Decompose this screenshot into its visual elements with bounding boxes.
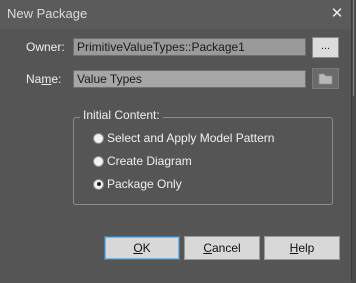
initial-content-legend: Initial Content: [80,108,163,122]
close-icon[interactable]: ✕ [328,3,346,25]
name-field[interactable]: Value Types [73,70,306,88]
name-folder-button[interactable] [312,68,339,89]
folder-icon [318,73,333,85]
owner-field[interactable]: PrimitiveValueTypes::Package1 [73,38,306,56]
radio-label: Create Diagram [107,154,192,168]
radio-button[interactable] [93,132,104,144]
new-package-dialog: New Package ✕ Owner: PrimitiveValueTypes… [0,0,352,281]
ok-button[interactable]: OK [104,236,180,260]
dialog-title: New Package [7,6,88,21]
radio-create-diagram[interactable]: Create Diagram [93,153,192,169]
owner-label: Owner: [26,40,65,54]
title-bar: New Package ✕ [0,0,351,29]
background-window-line [353,0,354,96]
radio-label: Select and Apply Model Pattern [107,131,275,145]
help-button[interactable]: Help [264,236,340,260]
owner-browse-button[interactable]: ... [312,37,339,58]
radio-label: Package Only [107,177,182,191]
radio-package-only[interactable]: Package Only [93,176,182,192]
radio-button-selected[interactable] [93,178,104,190]
cancel-button[interactable]: Cancel [184,236,260,260]
radio-button[interactable] [93,155,104,167]
name-label: Name: [26,72,62,86]
radio-select-apply-pattern[interactable]: Select and Apply Model Pattern [93,130,274,146]
